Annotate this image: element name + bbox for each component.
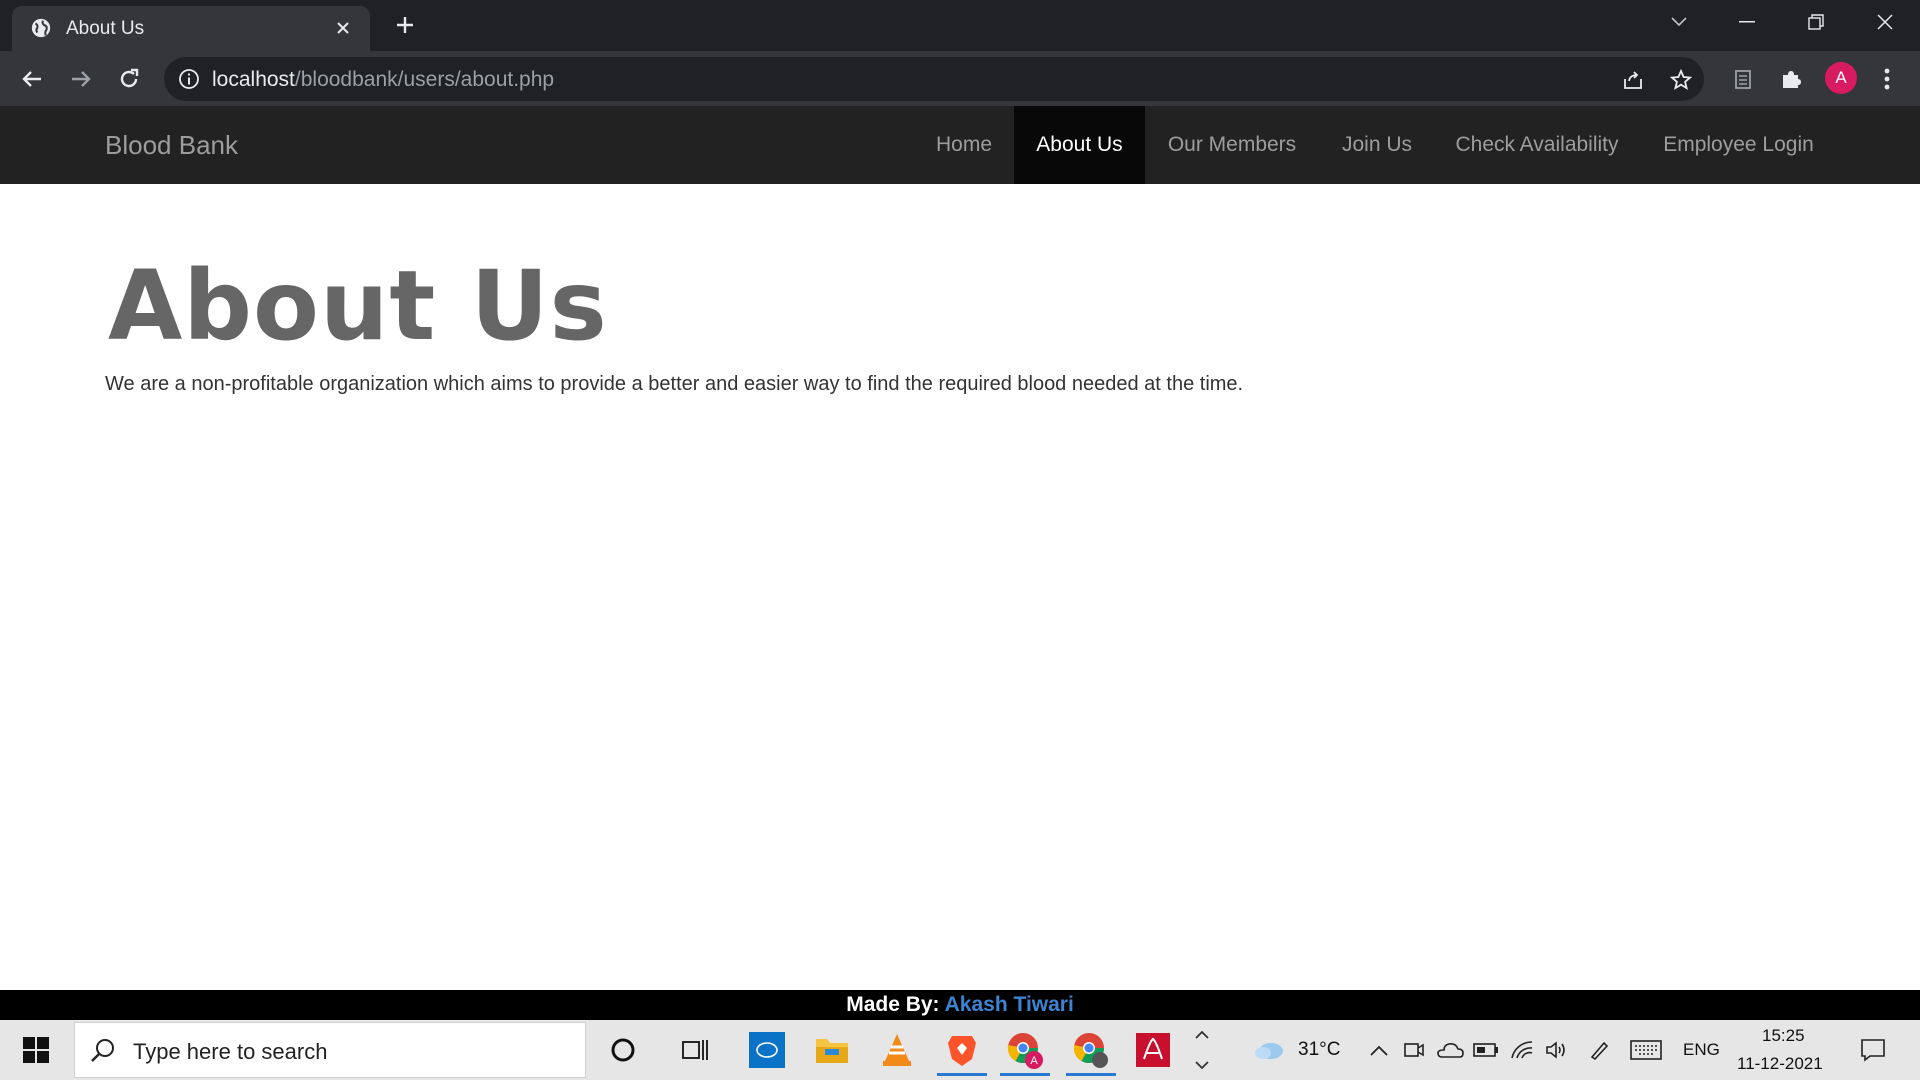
close-window-icon[interactable]: [1851, 0, 1919, 44]
svg-text:A: A: [1030, 1055, 1038, 1067]
chrome-icon[interactable]: [1062, 1024, 1120, 1076]
site-info-icon[interactable]: [178, 68, 200, 90]
browser-tab[interactable]: About Us: [12, 6, 370, 51]
address-bar[interactable]: localhost/bloodbank/users/about.php: [164, 57, 1704, 101]
chrome-menu-icon[interactable]: [1868, 60, 1906, 98]
site-footer: Made By: Akash Tiwari: [0, 990, 1920, 1020]
taskbar-scroll-icon[interactable]: [1184, 1024, 1220, 1076]
back-arrow-icon[interactable]: [13, 60, 51, 98]
file-explorer-icon[interactable]: [803, 1024, 861, 1076]
vlc-icon[interactable]: [868, 1024, 926, 1076]
windows-start-icon[interactable]: [0, 1020, 72, 1080]
weather-cloud-icon[interactable]: [1252, 1036, 1286, 1064]
wifi-icon[interactable]: [1508, 1036, 1536, 1064]
share-icon[interactable]: [1620, 67, 1646, 93]
nav-about-us[interactable]: About Us: [1014, 106, 1145, 184]
reading-list-icon[interactable]: [1724, 60, 1762, 98]
address-url: localhost/bloodbank/users/about.php: [212, 68, 554, 92]
bookmark-star-icon[interactable]: [1668, 67, 1694, 93]
dell-app-icon[interactable]: [738, 1024, 796, 1076]
nav-join-us[interactable]: Join Us: [1322, 106, 1432, 184]
reload-icon[interactable]: [110, 60, 148, 98]
search-icon: [91, 1039, 114, 1062]
nav-employee-login[interactable]: Employee Login: [1642, 106, 1835, 184]
url-host: localhost: [212, 68, 295, 91]
minimize-icon[interactable]: [1713, 0, 1781, 44]
weather-temperature[interactable]: 31°C: [1298, 1039, 1340, 1061]
close-tab-icon[interactable]: [330, 15, 356, 41]
profile-avatar[interactable]: A: [1825, 62, 1857, 94]
notification-center-icon[interactable]: [1856, 1036, 1890, 1064]
url-path: /bloodbank/users/about.php: [294, 68, 555, 91]
browser-toolbar: localhost/bloodbank/users/about.php A: [0, 51, 1920, 106]
site-brand[interactable]: Blood Bank: [105, 130, 238, 161]
tab-search-icon[interactable]: [1645, 0, 1713, 44]
globe-icon: [31, 18, 51, 38]
input-language[interactable]: ENG: [1683, 1040, 1720, 1060]
search-placeholder: Type here to search: [133, 1039, 328, 1064]
extensions-puzzle-icon[interactable]: [1772, 60, 1810, 98]
new-tab-button[interactable]: [389, 9, 421, 41]
nav-home[interactable]: Home: [918, 106, 1010, 184]
volume-icon[interactable]: [1543, 1036, 1571, 1064]
show-hidden-icons-icon[interactable]: [1365, 1036, 1393, 1064]
clock-time[interactable]: 15:25: [1762, 1026, 1805, 1046]
restore-icon[interactable]: [1782, 0, 1850, 44]
acrobat-reader-icon[interactable]: [1124, 1024, 1182, 1076]
footer-author-link[interactable]: Akash Tiwari: [945, 993, 1074, 1016]
onedrive-icon[interactable]: [1436, 1036, 1464, 1064]
site-navbar: Blood Bank Home About Us Our Members Joi…: [0, 106, 1920, 184]
browser-tab-strip: About Us: [0, 0, 1920, 51]
clock-date[interactable]: 11-12-2021: [1737, 1054, 1823, 1074]
cortana-icon[interactable]: [594, 1024, 652, 1076]
brave-browser-icon[interactable]: [933, 1024, 991, 1076]
meet-camera-icon[interactable]: [1400, 1036, 1428, 1064]
page-title: About Us: [108, 250, 608, 362]
pen-icon[interactable]: [1585, 1036, 1613, 1064]
forward-arrow-icon[interactable]: [62, 60, 100, 98]
chrome-profile-icon[interactable]: A: [996, 1024, 1054, 1076]
about-description: We are a non-profitable organization whi…: [105, 373, 1244, 395]
nav-our-members[interactable]: Our Members: [1150, 106, 1314, 184]
taskbar-search-box[interactable]: Type here to search: [74, 1022, 586, 1078]
nav-check-availability[interactable]: Check Availability: [1441, 106, 1633, 184]
task-view-icon[interactable]: [666, 1024, 724, 1076]
footer-prefix: Made By:: [846, 993, 940, 1016]
windows-taskbar: Type here to search A 31°C ENG 15:25 11-…: [0, 1020, 1920, 1080]
battery-icon[interactable]: [1472, 1036, 1500, 1064]
touch-keyboard-icon[interactable]: [1628, 1036, 1664, 1064]
tab-title: About Us: [66, 18, 145, 39]
